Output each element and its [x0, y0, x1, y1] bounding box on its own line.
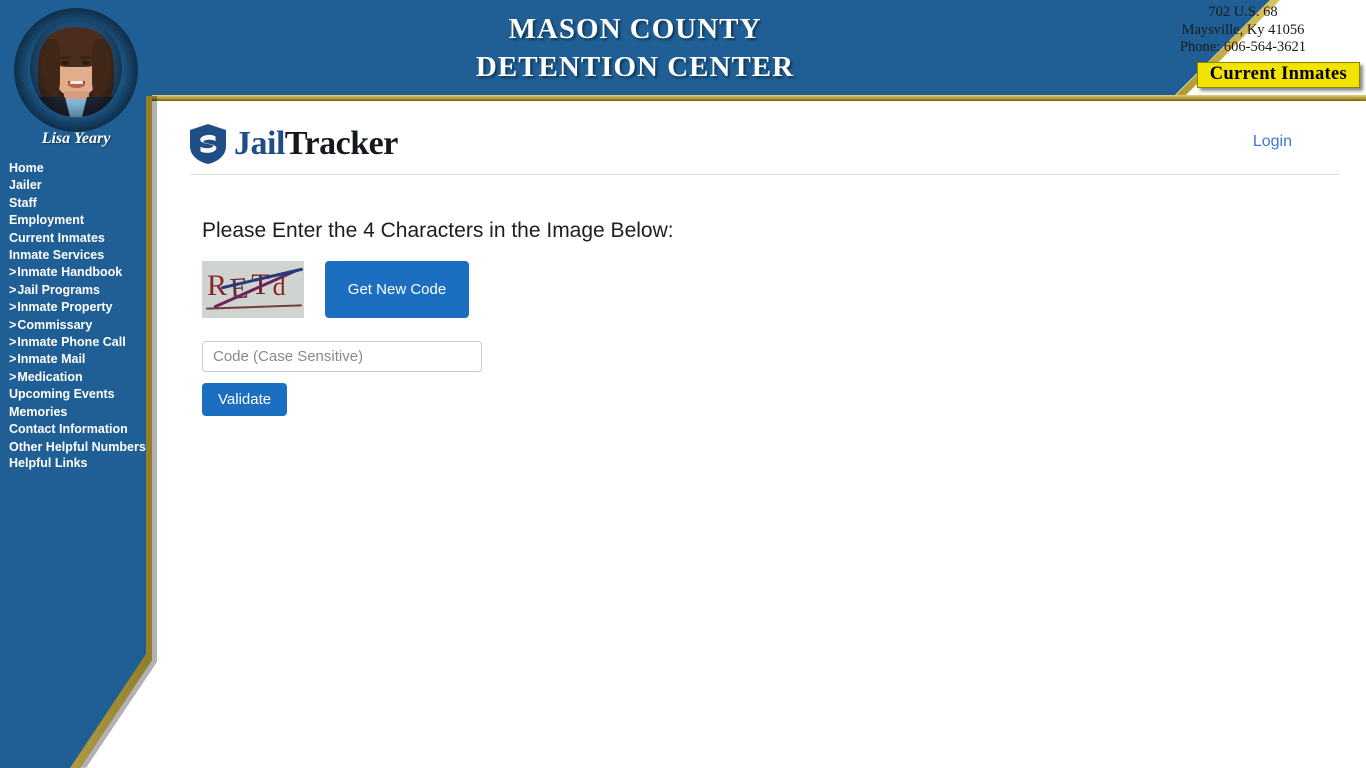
sidebar-item-inmate-mail[interactable]: >Inmate Mail: [0, 351, 150, 368]
sidebar-item-staff[interactable]: Staff: [0, 195, 150, 212]
chevron-right-icon: >: [9, 352, 17, 367]
sidebar-item-inmate-handbook[interactable]: >Inmate Handbook: [0, 264, 150, 281]
page-title-line-2: DETENTION CENTER: [475, 51, 795, 83]
avatar-photo: [30, 19, 122, 117]
sidebar-nav: Home Jailer Staff Employment Current Inmates…: [0, 160, 150, 473]
page-root: MASON COUNTY DETENTION CENTER 702 U.S. 6…: [0, 0, 1366, 768]
sidebar-item-label: Staff: [9, 195, 37, 210]
captcha-row: RETd Get New Code: [202, 261, 674, 318]
content-panel: JailTracker Login Please Enter the 4 Cha…: [152, 101, 1366, 768]
get-new-code-button[interactable]: Get New Code: [325, 261, 469, 318]
sidebar-item-label: Helpful Links: [9, 456, 88, 471]
sidebar-item-label: Memories: [9, 404, 68, 419]
sidebar-item-jailer[interactable]: Jailer: [0, 177, 150, 194]
sidebar-item-inmate-services[interactable]: Inmate Services: [0, 247, 150, 264]
captcha-image: RETd: [202, 261, 304, 318]
topbar-divider: [190, 174, 1340, 175]
sidebar-item-other-helpful-numbers[interactable]: Other Helpful Numbers: [0, 439, 150, 456]
sidebar-item-label: Inmate Handbook: [17, 265, 123, 280]
page-title-line-1: MASON COUNTY: [508, 13, 762, 45]
captcha-heading: Please Enter the 4 Characters in the Ima…: [202, 219, 674, 242]
sidebar-item-label: Contact Information: [9, 422, 128, 437]
sidebar-item-commissary[interactable]: >Commissary: [0, 317, 150, 334]
sidebar-item-home[interactable]: Home: [0, 160, 150, 177]
sidebar-item-label: Inmate Property: [17, 300, 113, 315]
login-link[interactable]: Login: [1253, 133, 1292, 151]
chevron-right-icon: >: [9, 300, 17, 315]
facility-address: 702 U.S. 68 Maysville, Ky 41056 Phone: 6…: [1128, 4, 1358, 57]
sidebar-item-medication[interactable]: >Medication: [0, 369, 150, 386]
site-header: MASON COUNTY DETENTION CENTER 702 U.S. 6…: [0, 0, 1366, 95]
sidebar-item-label: Upcoming Events: [9, 387, 115, 402]
captcha-form: Please Enter the 4 Characters in the Ima…: [202, 219, 674, 416]
sidebar-item-inmate-phone-call[interactable]: >Inmate Phone Call: [0, 334, 150, 351]
sidebar-item-memories[interactable]: Memories: [0, 404, 150, 421]
sidebar-item-label: Other Helpful Numbers: [9, 439, 146, 454]
sidebar-item-label: Jailer: [9, 178, 42, 193]
sidebar-item-label: Inmate Services: [9, 248, 105, 263]
chevron-right-icon: >: [9, 369, 17, 384]
sidebar-item-label: Jail Programs: [17, 282, 100, 297]
sidebar-item-inmate-property[interactable]: >Inmate Property: [0, 299, 150, 316]
page-title: MASON COUNTY DETENTION CENTER: [330, 10, 940, 86]
officer-name: Lisa Yeary: [41, 130, 111, 147]
sidebar-item-upcoming-events[interactable]: Upcoming Events: [0, 386, 150, 403]
chevron-right-icon: >: [9, 335, 17, 350]
sidebar-item-label: Home: [9, 161, 44, 175]
avatar: [14, 8, 138, 132]
shield-icon: [190, 124, 226, 164]
address-phone: Phone: 606-564-3621: [1179, 39, 1307, 55]
address-street: 702 U.S. 68: [1208, 4, 1278, 20]
sidebar-item-label: Inmate Mail: [17, 352, 86, 367]
logo-text-jail: Jail: [234, 125, 285, 162]
sidebar-item-label: Inmate Phone Call: [17, 335, 126, 350]
chevron-right-icon: >: [9, 265, 17, 280]
jailtracker-logo[interactable]: JailTracker: [190, 124, 398, 164]
chevron-right-icon: >: [9, 317, 17, 332]
sidebar-item-label: Employment: [9, 213, 85, 228]
sidebar-item-jail-programs[interactable]: >Jail Programs: [0, 282, 150, 299]
sidebar-item-label: Commissary: [17, 317, 93, 332]
validate-button[interactable]: Validate: [202, 383, 288, 416]
current-inmates-badge[interactable]: Current Inmates: [1196, 62, 1360, 88]
sidebar-item-contact-information[interactable]: Contact Information: [0, 421, 150, 438]
chevron-right-icon: >: [9, 282, 17, 297]
sidebar-item-helpful-links[interactable]: Helpful Links: [0, 455, 150, 472]
sidebar-item-employment[interactable]: Employment: [0, 212, 150, 229]
sidebar-item-label: Medication: [17, 369, 83, 384]
sidebar-item-label: Current Inmates: [9, 230, 105, 245]
sidebar-item-current-inmates[interactable]: Current Inmates: [0, 230, 150, 247]
captcha-code-input[interactable]: [202, 341, 482, 372]
logo-text-tracker: Tracker: [284, 125, 398, 162]
address-city-state-zip: Maysville, Ky 41056: [1181, 21, 1305, 38]
logo-text: JailTracker: [234, 125, 398, 163]
